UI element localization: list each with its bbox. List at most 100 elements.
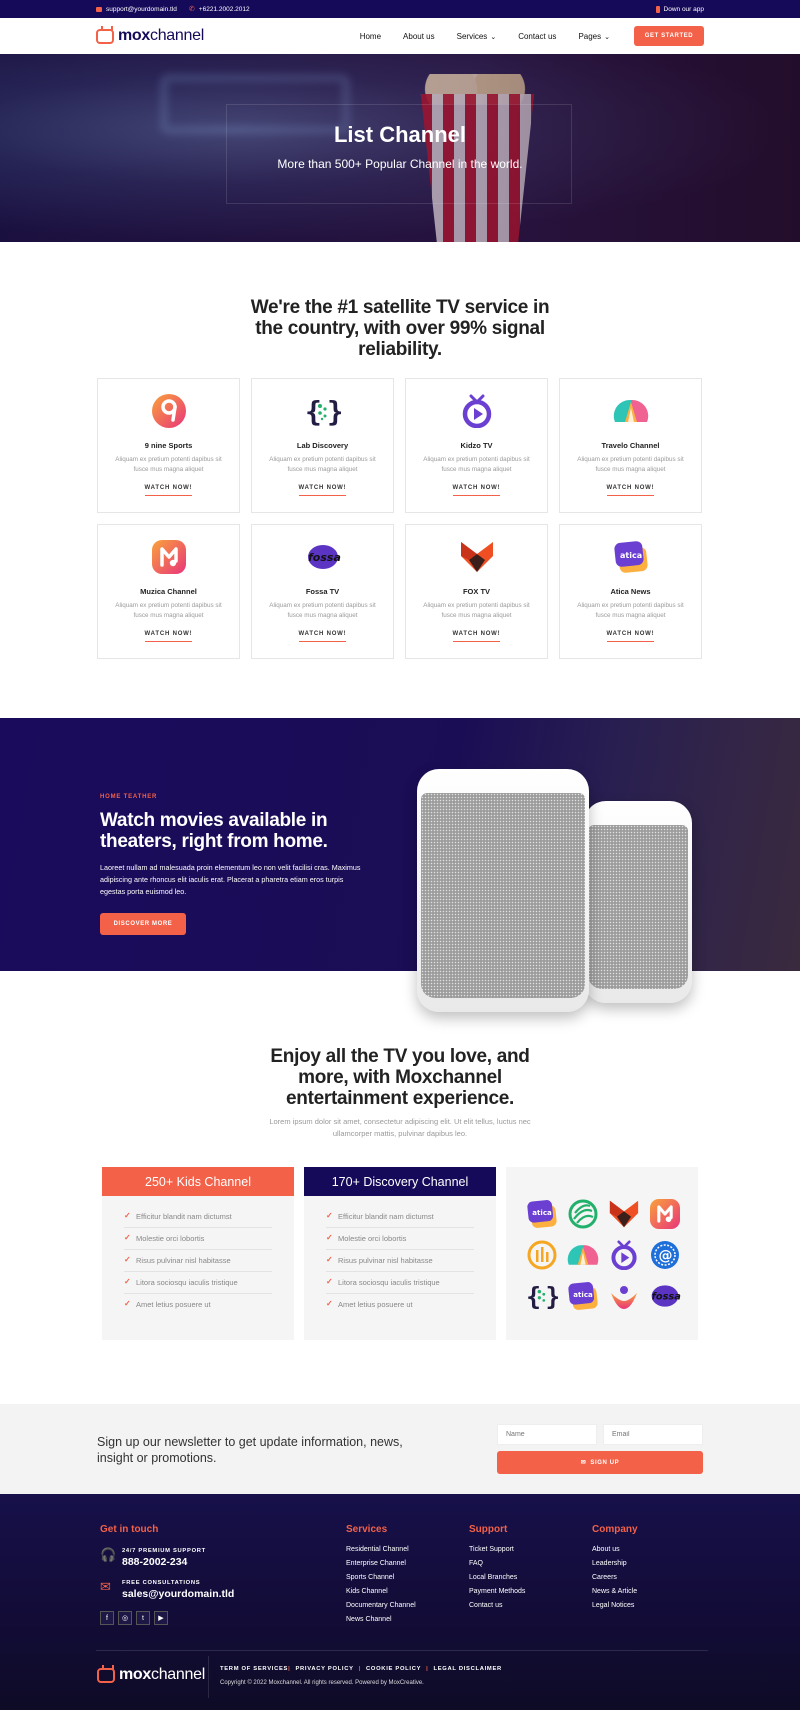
theater-body: Laoreet nullam ad malesuada proin elemen… — [100, 863, 361, 896]
channel-desc: Aliquam ex pretium potenti dapibus sit f… — [115, 602, 222, 619]
nav-pages[interactable]: Pages ⌄ — [578, 32, 610, 41]
watch-now-link[interactable]: WATCH NOW! — [144, 631, 193, 642]
topbar-phone-text: +6221.2002.2012 — [198, 5, 250, 13]
muzica-icon — [648, 1197, 681, 1230]
plan-feature: Litora sociosqu iaculis tristique — [326, 1272, 474, 1294]
atica-icon: atica — [525, 1197, 558, 1230]
footer-link[interactable]: Enterprise Channel — [346, 1560, 416, 1567]
footer-link[interactable]: Documentary Channel — [346, 1602, 416, 1609]
watch-now-link[interactable]: WATCH NOW! — [144, 485, 193, 496]
plan-title: 170+ Discovery Channel — [304, 1167, 496, 1196]
consult-email[interactable]: sales@yourdomain.tld — [122, 1588, 234, 1600]
plan-feature: Molestie orci lobortis — [326, 1228, 474, 1250]
channel-desc: Aliquam ex pretium potenti dapibus sit f… — [115, 456, 222, 473]
footer-services-list: Residential Channel Enterprise Channel S… — [346, 1546, 416, 1630]
footer-link[interactable]: Payment Methods — [469, 1588, 525, 1595]
newsletter-name-input[interactable] — [497, 1424, 597, 1445]
get-started-button[interactable]: GET STARTED — [634, 26, 704, 46]
plan-feature: Risus pulvinar nisl habitasse — [124, 1250, 272, 1272]
watch-now-link[interactable]: WATCH NOW! — [606, 631, 655, 642]
footer-services-title: Services — [346, 1524, 388, 1535]
fossa-icon: fossa — [305, 539, 341, 575]
watch-now-link[interactable]: WATCH NOW! — [298, 631, 347, 642]
channel-desc: Aliquam ex pretium potenti dapibus sit f… — [423, 456, 530, 473]
enjoy-section-title: Enjoy all the TV you love, and more, wit… — [270, 1046, 530, 1109]
topbar-phone[interactable]: ✆ +6221.2002.2012 — [189, 5, 250, 14]
nav-home[interactable]: Home — [360, 32, 381, 41]
tv-logo-icon — [96, 28, 114, 44]
cookie-link[interactable]: COOKIE POLICY — [361, 1666, 426, 1672]
footer-link[interactable]: Contact us — [469, 1602, 525, 1609]
logo-bold: mox — [118, 27, 150, 44]
privacy-link[interactable]: PRIVACY POLICY — [290, 1666, 358, 1672]
watch-now-link[interactable]: WATCH NOW! — [606, 485, 655, 496]
instagram-icon[interactable]: ◎ — [118, 1611, 132, 1625]
footer-link[interactable]: Sports Channel — [346, 1574, 416, 1581]
disclaimer-link[interactable]: LEGAL DISCLAIMER — [429, 1666, 507, 1672]
social-links: f ◎ t ▶ — [100, 1611, 168, 1625]
topbar-email[interactable]: support@yourdomain.tld — [96, 6, 177, 13]
footer-link[interactable]: Kids Channel — [346, 1588, 416, 1595]
atica-logo-text: atica — [573, 1289, 593, 1298]
channel-grid: 9 nine Sports Aliquam ex pretium potenti… — [97, 378, 703, 659]
footer-link[interactable]: About us — [592, 1546, 637, 1553]
footer-logo[interactable]: moxchannel — [97, 1666, 205, 1684]
plan-feature: Risus pulvinar nisl habitasse — [326, 1250, 474, 1272]
twitter-icon[interactable]: t — [136, 1611, 150, 1625]
theater-eyebrow: HOME TEATHER — [100, 794, 158, 800]
lab-discovery-icon: {} — [305, 393, 341, 429]
hero-title: List Channel — [333, 122, 466, 147]
footer-link[interactable]: Legal Notices — [592, 1602, 637, 1609]
nav-services[interactable]: Services ⌄ — [457, 32, 497, 41]
plan-feature: Efficitur blandit nam dictumst — [326, 1206, 474, 1228]
bars-channel-icon — [525, 1238, 558, 1271]
logo-regular: channel — [151, 1666, 205, 1683]
support-phone[interactable]: 888-2002-234 — [122, 1556, 206, 1568]
lab-discovery-icon: {} — [525, 1279, 558, 1312]
facebook-icon[interactable]: f — [100, 1611, 114, 1625]
watch-now-link[interactable]: WATCH NOW! — [452, 485, 501, 496]
sign-up-button[interactable]: ✉ SIGN UP — [497, 1451, 703, 1474]
footer-link[interactable]: Careers — [592, 1574, 637, 1581]
topbar-app-text: Down our app — [663, 5, 704, 13]
travelo-icon — [613, 393, 649, 429]
site-logo[interactable]: moxchannel — [96, 27, 204, 45]
kidzo-tv-icon — [607, 1238, 640, 1271]
footer-link[interactable]: News Channel — [346, 1616, 416, 1623]
channel-name: Lab Discovery — [296, 441, 349, 450]
topbar-app-link[interactable]: Down our app — [655, 5, 704, 13]
lotus-channel-icon — [607, 1279, 640, 1312]
globe-channel-icon — [566, 1197, 599, 1230]
watch-now-link[interactable]: WATCH NOW! — [452, 631, 501, 642]
newsletter-email-input[interactable] — [603, 1424, 703, 1445]
footer-link[interactable]: Leadership — [592, 1560, 637, 1567]
plan-card-kids: 250+ Kids Channel Efficitur blandit nam … — [102, 1167, 294, 1340]
plan-card-discovery: 170+ Discovery Channel Efficitur blandit… — [304, 1167, 496, 1340]
footer-support-title: Support — [469, 1524, 508, 1535]
speaker-mesh — [588, 825, 688, 989]
watch-now-link[interactable]: WATCH NOW! — [298, 485, 347, 496]
footer-link[interactable]: Local Branches — [469, 1574, 525, 1581]
fox-icon — [607, 1197, 640, 1230]
newsletter-section: Sign up our newsletter to get update inf… — [0, 1404, 800, 1494]
headset-icon: 🎧 — [100, 1547, 117, 1562]
channel-name: 9 nine Sports — [144, 441, 193, 450]
nav-about[interactable]: About us — [403, 32, 435, 41]
terms-link[interactable]: TERM OF SERVICES — [220, 1666, 288, 1672]
youtube-icon[interactable]: ▶ — [154, 1611, 168, 1625]
svg-text:}: } — [327, 395, 341, 428]
channel-card: atica Atica News Aliquam ex pretium pote… — [559, 524, 702, 659]
muzica-icon — [151, 539, 187, 575]
at-sign-channel-icon: @ — [648, 1238, 681, 1271]
sign-up-label: SIGN UP — [590, 1459, 620, 1466]
nav-contact[interactable]: Contact us — [518, 32, 556, 41]
footer-link[interactable]: FAQ — [469, 1560, 525, 1567]
footer-link[interactable]: News & Article — [592, 1588, 637, 1595]
footer-link[interactable]: Residential Channel — [346, 1546, 416, 1553]
channel-name: Travelo Channel — [601, 441, 660, 450]
discover-more-button[interactable]: DISCOVER MORE — [100, 913, 186, 935]
site-footer: Get in touch 🎧 24/7 PREMIUM SUPPORT 888-… — [0, 1494, 800, 1710]
footer-support: 🎧 24/7 PREMIUM SUPPORT 888-2002-234 — [100, 1547, 206, 1569]
footer-link[interactable]: Ticket Support — [469, 1546, 525, 1553]
footer-company-list: About us Leadership Careers News & Artic… — [592, 1546, 637, 1616]
